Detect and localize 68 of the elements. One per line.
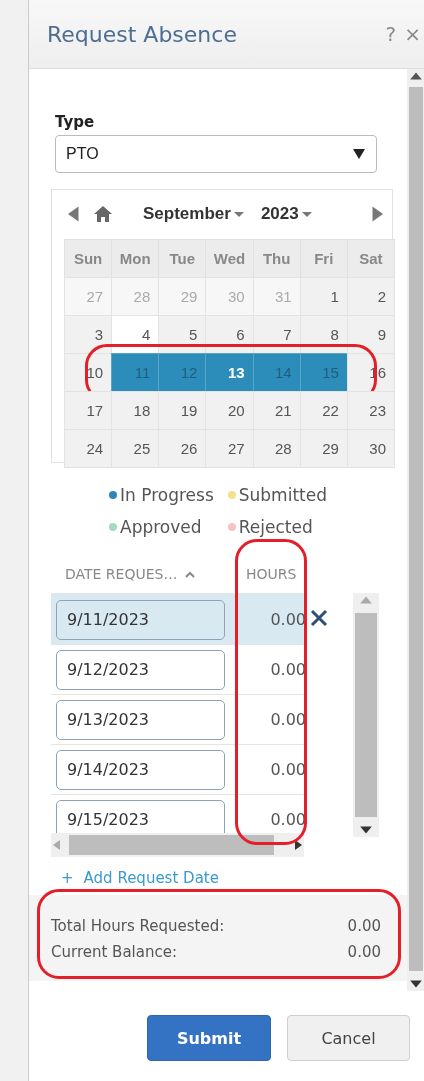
calendar-day[interactable]: 28 <box>252 429 301 468</box>
calendar-day[interactable]: 20 <box>205 391 254 430</box>
date-field[interactable]: 9/11/2023 <box>56 599 225 640</box>
calendar-day[interactable]: 3 <box>64 315 113 354</box>
summary-label: Total Hours Requested: <box>51 917 225 935</box>
year-dropdown[interactable]: 2023 <box>260 204 313 224</box>
summary-value: 0.00 <box>347 917 381 935</box>
weekday-header: Wed <box>205 239 254 278</box>
table-row[interactable]: 9/12/2023 0.00 <box>51 645 306 695</box>
legend-label: Rejected <box>238 517 313 537</box>
calendar-day[interactable]: 29 <box>299 429 348 468</box>
date-field[interactable]: 9/15/2023 <box>56 799 225 833</box>
calendar-day[interactable]: 17 <box>64 391 113 430</box>
dropdown-caret-icon <box>352 148 366 160</box>
home-icon[interactable] <box>93 205 113 223</box>
calendar-day[interactable]: 22 <box>299 391 348 430</box>
field-label: Type <box>55 113 96 131</box>
calendar-day[interactable]: 25 <box>111 429 160 468</box>
horizontal-scrollbar[interactable] <box>51 833 304 857</box>
caret-icon <box>232 210 245 218</box>
caret-icon <box>300 210 313 218</box>
weekday-header: Thu <box>252 239 301 278</box>
cancel-button[interactable]: Cancel <box>287 1015 410 1061</box>
summary-value: 0.00 <box>347 943 381 961</box>
month-dropdown[interactable]: September <box>143 204 245 224</box>
date-field[interactable]: 9/12/2023 <box>56 649 225 690</box>
calendar-day[interactable]: 1 <box>299 277 348 316</box>
calendar-day[interactable]: 21 <box>252 391 301 430</box>
calendar-day[interactable]: 24 <box>64 429 113 468</box>
weekday-header: Sat <box>346 239 395 278</box>
calendar-day[interactable]: 5 <box>158 315 207 354</box>
calendar-day[interactable]: 30 <box>346 429 395 468</box>
weekday-header: Fri <box>299 239 348 278</box>
date-field[interactable]: 9/13/2023 <box>56 699 225 740</box>
dialog-title: Request Absence <box>47 21 238 47</box>
date-field[interactable]: 9/14/2023 <box>56 749 225 790</box>
table-row[interactable]: 9/13/2023 0.00 <box>51 695 306 745</box>
table-row[interactable]: 9/11/2023 0.00 <box>51 595 306 645</box>
hours-cell-text: 0.00 <box>269 610 306 629</box>
calendar-day[interactable]: 19 <box>158 391 207 430</box>
calendar-day[interactable]: 2 <box>346 277 395 316</box>
delete-icon[interactable] <box>310 609 328 627</box>
calendar-day[interactable]: 18 <box>111 391 160 430</box>
hours-cell-text: 0.00 <box>269 760 306 779</box>
vertical-scrollbar[interactable] <box>353 593 379 837</box>
legend-label: Approved <box>120 517 202 537</box>
legend-label: Submitted <box>238 485 327 505</box>
table-row[interactable]: 9/14/2023 0.00 <box>51 745 306 795</box>
calendar-day[interactable]: 26 <box>158 429 207 468</box>
calendar-day[interactable]: 10 <box>64 353 113 392</box>
page-scrollbar[interactable] <box>407 69 424 991</box>
weekday-header: Tue <box>158 239 207 278</box>
calendar-day[interactable]: 13 <box>205 353 254 392</box>
calendar-day[interactable]: 27 <box>205 429 254 468</box>
hours-cell-text: 0.00 <box>269 710 306 729</box>
scroll-right-icon[interactable] <box>292 839 304 851</box>
hours-cell-text: 0.00 <box>269 660 306 679</box>
column-header[interactable]: HOURS <box>236 565 303 583</box>
weekday-header: Mon <box>111 239 160 278</box>
type-dropdown[interactable]: PTO <box>55 135 377 173</box>
legend-label: In Progress <box>120 485 214 505</box>
hours-cell-text: 0.00 <box>269 810 306 829</box>
calendar-day[interactable]: 6 <box>205 315 254 354</box>
weekday-header: Sun <box>64 239 113 278</box>
submit-button[interactable]: Submit <box>147 1015 271 1061</box>
calendar-day[interactable]: 23 <box>346 391 395 430</box>
summary-label: Current Balance: <box>51 943 177 961</box>
column-header[interactable]: DATE REQUES… <box>51 565 236 583</box>
